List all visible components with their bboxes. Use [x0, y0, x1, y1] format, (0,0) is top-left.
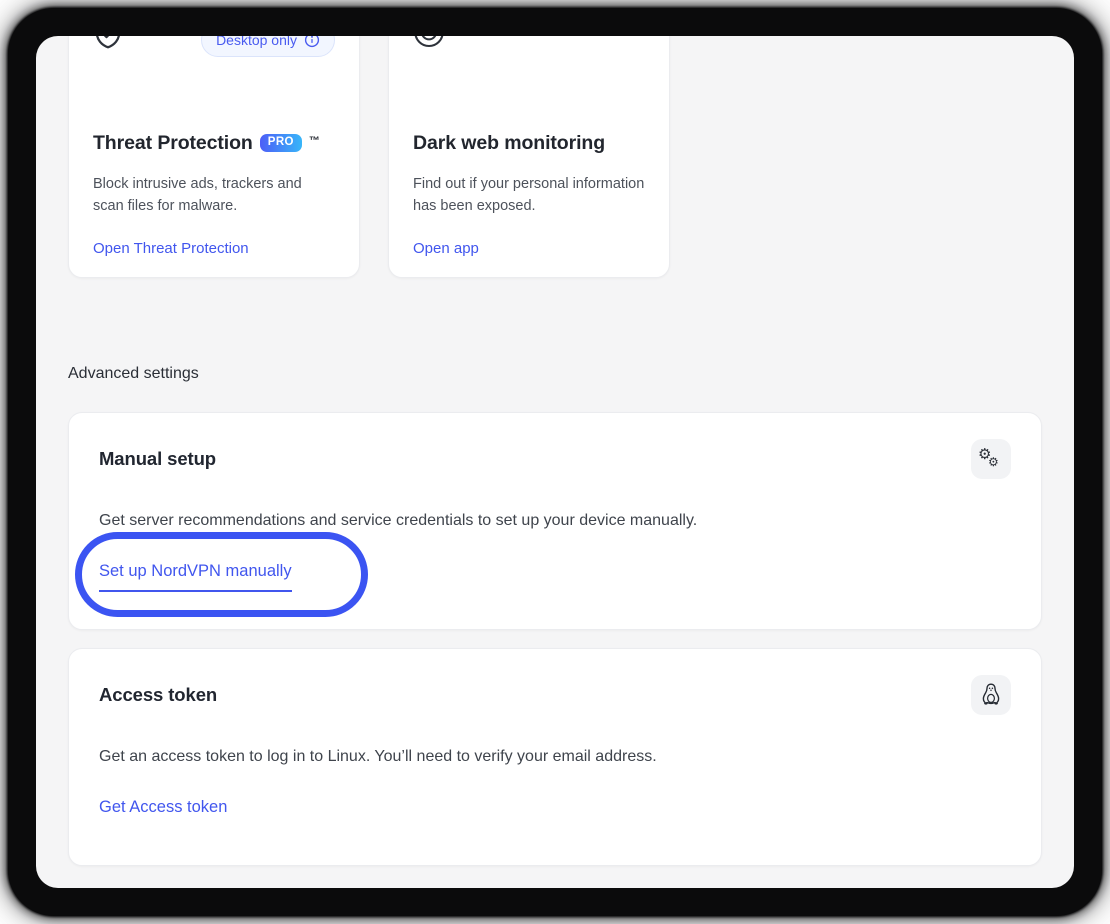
manual-setup-title: Manual setup: [99, 448, 216, 470]
linux-penguin-icon: [971, 675, 1011, 715]
page-content: Desktop only Threat Protection: [36, 36, 1074, 866]
threat-protection-card: Desktop only Threat Protection: [68, 36, 360, 278]
radar-circle-icon: [413, 36, 445, 57]
dark-web-monitoring-title: Dark web monitoring: [413, 130, 645, 156]
shield-check-icon: [93, 36, 123, 57]
open-app-link[interactable]: Open app: [413, 240, 479, 257]
feature-cards-row: Desktop only Threat Protection: [68, 36, 1042, 278]
manual-setup-description: Get server recommendations and service c…: [99, 509, 1011, 533]
pro-badge: PRO: [260, 134, 302, 153]
card-header: Manual setup ⚙⚙: [99, 439, 1011, 479]
desktop-only-label: Desktop only: [216, 36, 297, 48]
access-token-description: Get an access token to log in to Linux. …: [99, 745, 1011, 769]
trademark-symbol: ™: [309, 128, 320, 154]
dark-web-monitoring-card: Dark web monitoring Find out if your per…: [388, 36, 670, 278]
advanced-settings-heading: Advanced settings: [68, 365, 1042, 383]
gears-glyphs: ⚙⚙: [978, 446, 1004, 472]
threat-protection-title: Threat Protection PRO ™: [93, 130, 335, 156]
title-text: Threat Protection: [93, 130, 253, 156]
nordvpn-settings-page: Desktop only Threat Protection: [36, 36, 1074, 888]
info-icon: [304, 36, 320, 48]
threat-protection-description: Block intrusive ads, trackers and scan f…: [93, 173, 335, 217]
get-access-token-link[interactable]: Get Access token: [99, 798, 227, 817]
desktop-only-badge[interactable]: Desktop only: [201, 36, 335, 57]
manual-setup-card: Manual setup ⚙⚙ Get server recommendatio…: [68, 412, 1042, 630]
torn-screenshot-border: Desktop only Threat Protection: [8, 8, 1102, 916]
card-icon-row: [413, 36, 645, 57]
card-icon-row: Desktop only: [93, 36, 335, 57]
title-text: Dark web monitoring: [413, 130, 605, 156]
access-token-title: Access token: [99, 684, 217, 706]
gears-icon: ⚙⚙: [971, 439, 1011, 479]
open-threat-protection-link[interactable]: Open Threat Protection: [93, 240, 249, 257]
dark-web-monitoring-description: Find out if your personal information ha…: [413, 173, 645, 217]
setup-nordvpn-manually-link[interactable]: Set up NordVPN manually: [99, 562, 292, 592]
access-token-card: Access token Get an access token to log …: [68, 648, 1042, 866]
card-header: Access token: [99, 675, 1011, 715]
